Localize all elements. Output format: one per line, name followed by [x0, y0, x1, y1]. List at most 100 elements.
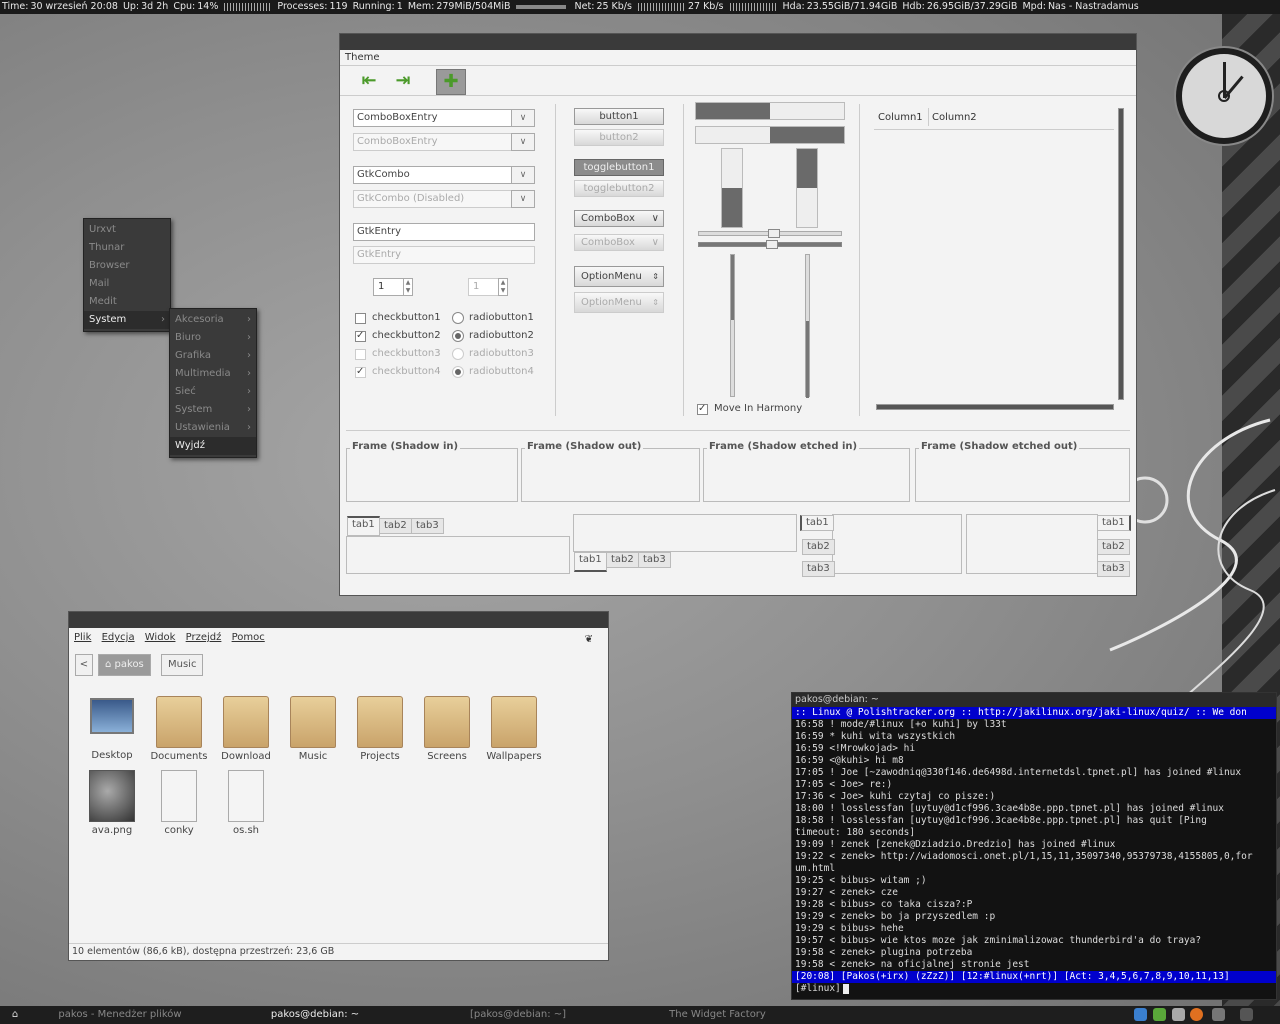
menu-item-browser[interactable]: Browser [84, 257, 170, 275]
submenu-item-multimedia[interactable]: Multimedia › [170, 365, 256, 383]
gtkentry-1[interactable]: GtkEntry [353, 223, 535, 241]
tray-app-icon[interactable] [1172, 1008, 1185, 1021]
file-item-screens[interactable]: Screens [414, 692, 480, 762]
vscale-1[interactable] [730, 254, 735, 397]
tab-top-1[interactable]: tab1 [347, 516, 380, 536]
spin-arrows-icon[interactable]: ▲ ▼ [403, 278, 413, 296]
file-item-ava-png[interactable]: ava.png [79, 770, 145, 836]
back-icon[interactable]: < [75, 654, 93, 676]
menu-item-thunar[interactable]: Thunar [84, 239, 170, 257]
menu-item-urxvt[interactable]: Urxvt [84, 221, 170, 239]
radiobutton-1[interactable]: radiobutton1 [452, 311, 534, 325]
submenu-item-akcesoria[interactable]: Akcesoria › [170, 311, 256, 329]
tray-app-icon[interactable] [1134, 1008, 1147, 1021]
add-icon[interactable]: ✚ [436, 69, 466, 95]
irc-line: 19:22 < zenek> http://wiadomosci.onet.pl… [795, 851, 1253, 862]
button-1[interactable]: button1 [574, 108, 664, 125]
file-item-os-sh[interactable]: os.sh [213, 770, 279, 836]
submenu-item-siec[interactable]: Sieć › [170, 383, 256, 401]
frame-shadow-etched-in-label: Frame (Shadow etched in) [707, 441, 860, 452]
menu-widok[interactable]: Widok [145, 632, 176, 643]
submenu-item-wyjdz[interactable]: Wyjdź [170, 437, 256, 455]
comboboxentry-1[interactable]: ComboBoxEntry ∨ [353, 109, 535, 127]
submenu-item-ustawienia[interactable]: Ustawienia › [170, 419, 256, 437]
irc-input[interactable]: [#linux] [792, 983, 1276, 995]
hscale-2[interactable] [698, 240, 842, 249]
file-item-download[interactable]: Download [213, 692, 279, 762]
crumb-pakos[interactable]: ⌂ pakos [98, 654, 151, 676]
window-titlebar[interactable] [69, 612, 608, 628]
tab-left-3[interactable]: tab3 [802, 561, 835, 577]
vscale-2[interactable] [805, 254, 810, 398]
task-terminal-2[interactable]: [pakos@debian: ~] [418, 1006, 618, 1024]
forward-arrow-icon[interactable]: ⇥ [388, 69, 418, 95]
hscale-1-handle[interactable] [768, 229, 780, 238]
tab-right-2[interactable]: tab2 [1097, 539, 1130, 555]
task-file-manager[interactable]: pakos - Menedżer plików [30, 1006, 210, 1024]
file-item-documents[interactable]: Documents [146, 692, 212, 762]
checkbutton-1[interactable]: checkbutton1 [355, 311, 441, 325]
vertical-scrollbar[interactable] [1118, 108, 1124, 400]
tab-left-1[interactable]: tab1 [800, 515, 834, 531]
terminal-window[interactable]: pakos@debian: ~ :: Linux @ Polishtracker… [791, 692, 1277, 1000]
file-item-wallpapers[interactable]: Wallpapers [481, 692, 547, 762]
file-item-music[interactable]: Music [280, 692, 346, 762]
task-widget-factory[interactable]: The Widget Factory [620, 1006, 815, 1024]
chevron-down-icon[interactable]: ∨ [511, 166, 535, 184]
menu-edycja[interactable]: Edycja [102, 632, 135, 643]
script-file-icon [228, 770, 264, 822]
tab-right-1[interactable]: tab1 [1097, 515, 1131, 531]
treeview[interactable]: Column1 Column2 [874, 106, 1124, 414]
crumb-music[interactable]: Music [161, 654, 204, 676]
move-in-harmony-check[interactable]: Move In Harmony [697, 402, 802, 416]
hscale-1[interactable] [698, 229, 842, 238]
spinbutton-1[interactable]: 1 ▲ ▼ [373, 278, 413, 296]
menu-item-medit[interactable]: Medit [84, 293, 170, 311]
tab-bottom-1[interactable]: tab1 [574, 552, 607, 572]
tab-bottom-2[interactable]: tab2 [606, 552, 639, 568]
tab-left-2[interactable]: tab2 [802, 539, 835, 555]
tab-right-3[interactable]: tab3 [1097, 561, 1130, 577]
submenu-item-biuro[interactable]: Biuro › [170, 329, 256, 347]
home-icon[interactable]: ⌂ [4, 1006, 26, 1024]
tab-top-3[interactable]: tab3 [411, 518, 444, 534]
menu-theme[interactable]: Theme [345, 52, 380, 63]
progressbar-1 [695, 102, 845, 120]
file-item-conky[interactable]: conky [146, 770, 212, 836]
back-arrow-icon[interactable]: ⇤ [354, 69, 384, 95]
checkbutton-2[interactable]: checkbutton2 [355, 329, 441, 343]
radiobutton-2[interactable]: radiobutton2 [452, 329, 534, 343]
submenu-item-grafika[interactable]: Grafika › [170, 347, 256, 365]
tab-bottom-3[interactable]: tab3 [638, 552, 671, 568]
net-down-graph [637, 2, 684, 11]
tray-app-icon[interactable] [1212, 1008, 1225, 1021]
menu-plik[interactable]: Plik [74, 632, 91, 643]
task-terminal[interactable]: pakos@debian: ~ [215, 1006, 415, 1024]
file-item-desktop[interactable]: Desktop [79, 692, 145, 761]
column-header-1[interactable]: Column1 [878, 112, 923, 123]
uptime-value: 3d 2h [141, 1, 169, 12]
gtkcombo-1[interactable]: GtkCombo ∨ [353, 166, 535, 184]
horizontal-scrollbar[interactable] [876, 404, 1114, 410]
menu-item-mail[interactable]: Mail [84, 275, 170, 293]
tray-app-icon[interactable] [1240, 1008, 1253, 1021]
menu-przejdz[interactable]: Przejdź [186, 632, 222, 643]
running-label: Running: [352, 1, 395, 12]
tab-top-2[interactable]: tab2 [379, 518, 412, 534]
optionmenu-1[interactable]: OptionMenu ⇕ [574, 266, 664, 287]
combobox-2-label: ComboBox [581, 237, 635, 248]
togglebutton-1[interactable]: togglebutton1 [574, 159, 664, 176]
file-item-projects[interactable]: Projects [347, 692, 413, 762]
tray-app-icon[interactable] [1153, 1008, 1166, 1021]
firefox-icon[interactable] [1190, 1008, 1203, 1021]
menu-pomoc[interactable]: Pomoc [232, 632, 265, 643]
chevron-down-icon[interactable]: ∨ [511, 109, 535, 127]
menu-item-system[interactable]: System › [84, 311, 170, 329]
column-header-2[interactable]: Column2 [932, 112, 977, 123]
combobox-1[interactable]: ComboBox ∨ [574, 210, 664, 227]
hscale-2-handle[interactable] [766, 240, 778, 249]
net-up-graph [729, 2, 776, 11]
window-titlebar[interactable] [340, 34, 1136, 50]
submenu-item-label: Biuro [175, 332, 201, 343]
submenu-item-system[interactable]: System › [170, 401, 256, 419]
